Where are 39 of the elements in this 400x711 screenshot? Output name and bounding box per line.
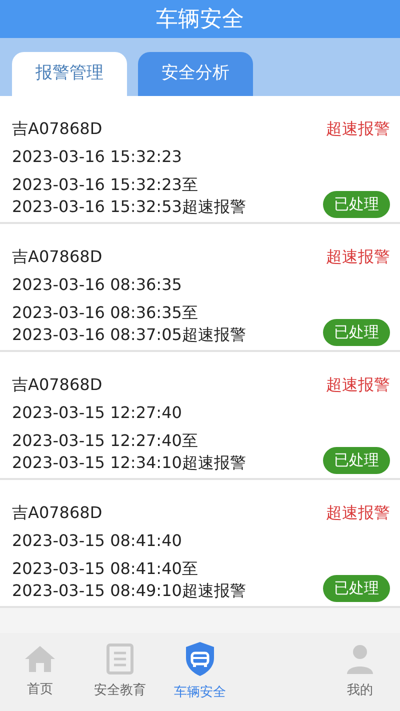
alarm-period: 2023-03-16 08:37:05超速报警 [12,324,246,346]
status-badge: 已处理 [323,319,390,346]
alarm-card[interactable]: 吉A07868D 超速报警 2023-03-16 08:36:35 2023-03-16 08:36:35至 2023-03-16 08:37:05超速报警 已处理 [0,224,400,352]
alarm-period: 2023-03-16 08:36:35至 [12,302,199,324]
status-badge: 已处理 [323,447,390,474]
plate-number: 吉A07868D [12,246,102,268]
alarm-type: 超速报警 [326,502,390,524]
status-badge: 已处理 [323,191,390,218]
person-icon [345,643,375,676]
plate-number: 吉A07868D [12,374,102,396]
plate-number: 吉A07868D [12,502,102,524]
document-icon [105,643,135,676]
alarm-type: 超速报警 [326,118,390,140]
plate-number: 吉A07868D [12,118,102,140]
alarm-time: 2023-03-15 12:27:40 [12,402,183,424]
status-badge: 已处理 [323,575,390,602]
alarm-period: 2023-03-15 12:27:40至 [12,430,199,452]
nav-item[interactable]: 安全教育 [80,643,160,701]
alarm-time: 2023-03-15 08:41:40 [12,530,183,552]
alarm-period: 2023-03-16 15:32:23至 [12,174,199,196]
alarm-card[interactable]: 吉A07868D 超速报警 2023-03-15 12:27:40 2023-03-15 12:27:40至 2023-03-15 12:34:10超速报警 已处理 [0,352,400,480]
alarm-period: 2023-03-16 15:32:53超速报警 [12,196,246,218]
shield-car-icon [184,641,216,678]
alarm-period: 2023-03-15 08:41:40至 [12,558,199,580]
alarm-card[interactable]: 吉A07868D 超速报警 2023-03-15 08:41:40 2023-03-15 08:41:40至 2023-03-15 08:49:10超速报警 已处理 [0,480,400,608]
nav-item[interactable]: 车辆安全 [160,641,240,703]
alarm-time: 2023-03-16 15:32:23 [12,146,183,168]
tab[interactable]: 报警管理 [12,52,127,96]
alarm-type: 超速报警 [326,246,390,268]
home-icon [23,644,57,674]
tab[interactable]: 安全分析 [138,52,253,96]
page-title: 车辆安全 [156,6,244,34]
nav-item[interactable]: 我的 [320,643,400,701]
alarm-card[interactable]: 吉A07868D 超速报警 2023-03-16 15:32:23 2023-03-16 15:32:23至 2023-03-16 15:32:53超速报警 已处理 [0,96,400,224]
alarm-period: 2023-03-15 12:34:10超速报警 [12,452,246,474]
alarm-type: 超速报警 [326,374,390,396]
alarm-time: 2023-03-16 08:36:35 [12,274,183,296]
alarm-period: 2023-03-15 08:49:10超速报警 [12,580,246,602]
nav-item[interactable]: 首页 [0,644,80,700]
